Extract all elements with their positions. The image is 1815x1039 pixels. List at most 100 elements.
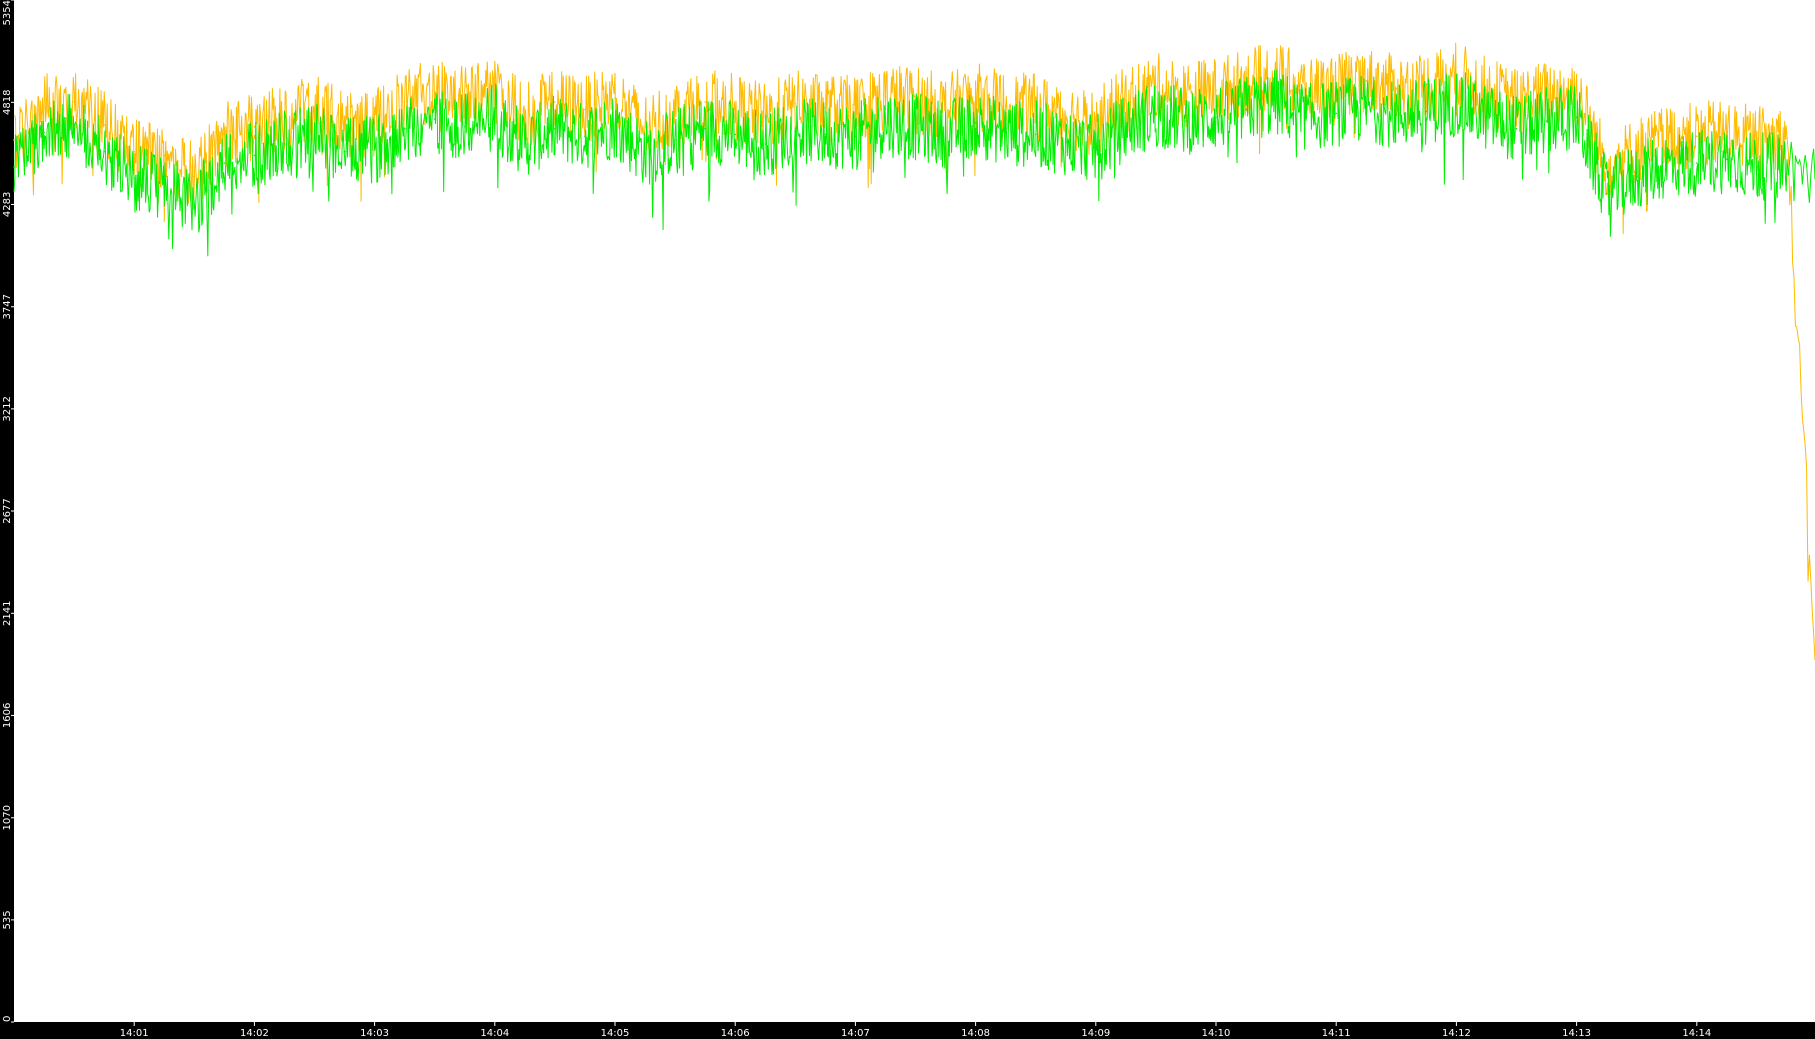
series-1-point xyxy=(1515,127,1518,130)
series-0-point xyxy=(974,95,977,97)
x-tick-label: 14:12 xyxy=(1442,1028,1471,1039)
series-0-point xyxy=(1575,89,1578,92)
series-1-point xyxy=(1185,120,1187,122)
series-0-point xyxy=(193,175,196,178)
series-0-point xyxy=(674,112,676,115)
series-1-point xyxy=(1155,112,1157,115)
y-axis-ticks: 0 535 1070 1606 2141 2677 3212 3747 4283 4818 5354 xyxy=(2,0,14,1023)
series-0-point xyxy=(73,101,75,103)
series-0-point xyxy=(614,97,616,99)
x-tick-label: 14:10 xyxy=(1202,1028,1231,1039)
series-0-point xyxy=(734,106,736,109)
series-1-point xyxy=(1635,175,1638,178)
x-tick-label: 14:01 xyxy=(120,1028,149,1039)
series-1-point xyxy=(1034,133,1037,136)
y-tick-label: 4818 xyxy=(2,90,13,115)
x-tick-label: 14:03 xyxy=(360,1028,389,1039)
series-1-point xyxy=(854,135,857,138)
series-0-point xyxy=(794,103,797,105)
series-1-point xyxy=(1756,166,1758,168)
y-tick-label: 4283 xyxy=(2,192,13,217)
series-1-point xyxy=(73,124,75,126)
series-0-point xyxy=(133,150,135,153)
series-1-point xyxy=(584,135,586,138)
series-0-point xyxy=(1635,148,1638,151)
x-tick-label: 14:14 xyxy=(1682,1028,1711,1039)
y-tick-label: 5354 xyxy=(2,0,13,25)
series-0-point xyxy=(13,139,15,141)
series-0-point xyxy=(223,133,226,136)
series-0-point xyxy=(584,108,586,111)
series-1-point xyxy=(1455,101,1458,103)
series-0-point xyxy=(1095,122,1097,124)
x-tick-label: 14:02 xyxy=(240,1028,269,1039)
series-1-point xyxy=(464,125,466,128)
x-axis-ticks: 14:01 14:02 14:03 14:04 14:05 14:06 14:07 14:08… xyxy=(120,1022,1711,1039)
series-1-point xyxy=(1245,108,1247,111)
series-1-point xyxy=(1545,120,1548,122)
x-tick-label: 14:07 xyxy=(841,1028,870,1039)
y-tick-label: 1606 xyxy=(2,703,13,728)
series-1-point xyxy=(734,133,736,136)
series-0-point xyxy=(163,154,166,157)
series-0-point xyxy=(43,106,45,109)
series-1-point xyxy=(313,133,316,136)
series-1-point xyxy=(1004,131,1007,134)
plot-background xyxy=(14,0,1815,1022)
series-0-point xyxy=(854,108,857,111)
series-1-point xyxy=(944,133,947,136)
series-1-point xyxy=(554,127,556,130)
series-0-point xyxy=(1696,135,1698,138)
series-0-point xyxy=(1726,131,1728,134)
series-0-point xyxy=(1425,84,1428,86)
series-0-point xyxy=(1215,89,1217,92)
y-tick-label: 1070 xyxy=(2,805,13,830)
series-1-point xyxy=(283,143,286,145)
series-1-point xyxy=(1575,116,1578,118)
series-1-point xyxy=(133,177,135,180)
series-1-point xyxy=(433,118,436,120)
series-1-point xyxy=(1275,101,1277,103)
x-tick-label: 14:08 xyxy=(961,1028,990,1039)
series-1-point xyxy=(1305,116,1307,118)
series-1-point xyxy=(1095,148,1097,151)
series-1-point xyxy=(1786,164,1788,166)
y-tick-label: 0 xyxy=(2,1016,13,1022)
series-0-point xyxy=(644,125,646,128)
series-1-point xyxy=(764,143,767,145)
y-tick-label: 3212 xyxy=(2,396,13,421)
x-tick-label: 14:13 xyxy=(1562,1028,1591,1039)
series-1-point xyxy=(103,150,105,153)
series-0-point xyxy=(253,125,256,128)
series-0-point xyxy=(1155,85,1157,88)
y-tick-label: 3747 xyxy=(2,294,13,319)
series-0-point xyxy=(824,106,827,109)
series-1-point xyxy=(794,129,797,132)
series-1-point xyxy=(223,162,226,164)
series-1-point xyxy=(403,127,406,130)
series-0-point xyxy=(554,101,556,103)
series-1-point xyxy=(1605,192,1608,195)
series-0-point xyxy=(1395,87,1398,90)
x-tick-label: 14:04 xyxy=(480,1028,509,1039)
series-1-point xyxy=(674,139,676,141)
series-1-point xyxy=(253,154,256,157)
series-1-point xyxy=(1485,116,1488,118)
series-0-point xyxy=(1125,99,1127,101)
series-1-point xyxy=(644,152,646,155)
series-1-point xyxy=(884,122,887,124)
series-0-point xyxy=(343,124,346,126)
series-0-point xyxy=(433,91,436,94)
series-0-point xyxy=(1004,105,1007,107)
series-1-point xyxy=(163,185,166,187)
series-0-point xyxy=(1756,139,1758,141)
series-1-point xyxy=(1215,116,1217,118)
series-1-point xyxy=(13,166,15,168)
x-tick-label: 14:06 xyxy=(721,1028,750,1039)
series-1-point xyxy=(1125,125,1127,128)
series-0-point xyxy=(884,95,887,97)
series-1-point xyxy=(1425,110,1428,113)
series-0-point xyxy=(1666,137,1668,139)
series-0-point xyxy=(403,101,406,103)
x-tick-label: 14:05 xyxy=(601,1028,630,1039)
